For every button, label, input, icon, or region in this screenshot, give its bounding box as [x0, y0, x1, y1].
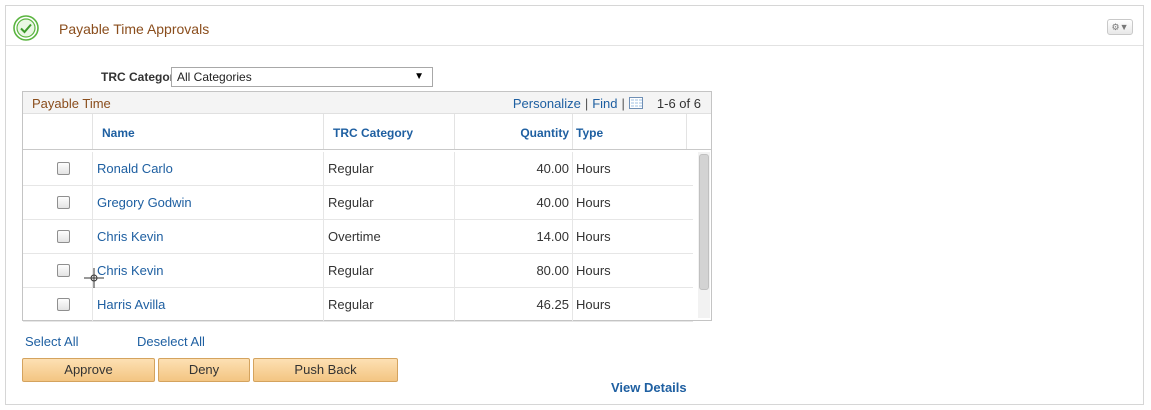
check-circle-icon	[13, 15, 39, 41]
scrollbar-thumb[interactable]	[699, 154, 709, 290]
view-all-grid-icon[interactable]	[628, 97, 643, 109]
deny-button[interactable]: Deny	[158, 358, 250, 382]
select-cell	[23, 186, 93, 219]
find-link[interactable]: Find	[592, 96, 617, 111]
column-header-row: Name TRC Category Quantity Type	[23, 114, 711, 150]
payable-time-approvals-panel: Payable Time Approvals ⚙▼ TRC Category A…	[5, 5, 1144, 405]
quantity-cell: 80.00	[455, 254, 573, 287]
type-cell: Hours	[576, 263, 611, 278]
grid-scrollbar[interactable]	[698, 152, 710, 318]
row-checkbox[interactable]	[57, 230, 70, 243]
trc-category-cell: Regular	[324, 254, 455, 287]
trc-category-cell: Regular	[324, 152, 455, 185]
type-cell: Hours	[576, 229, 611, 244]
view-details-link[interactable]: View Details	[611, 380, 687, 395]
trc-category-cell: Overtime	[324, 220, 455, 253]
select-column-header	[23, 114, 93, 149]
type-cell: Hours	[576, 195, 611, 210]
column-header-trc-category[interactable]: TRC Category	[324, 114, 455, 149]
select-cell	[23, 152, 93, 185]
name-link[interactable]: Chris Kevin	[93, 220, 324, 253]
personalize-link[interactable]: Personalize	[513, 96, 581, 111]
quantity-cell: 40.00	[455, 186, 573, 219]
quantity-cell: 46.25	[455, 288, 573, 321]
table-row: Gregory Godwin Regular 40.00 Hours	[23, 186, 693, 220]
row-checkbox[interactable]	[57, 264, 70, 277]
trc-category-selected-value: All Categories	[177, 70, 252, 84]
quantity-cell: 40.00	[455, 152, 573, 185]
dropdown-arrow-icon: ▼	[414, 71, 424, 82]
name-link[interactable]: Harris Avilla	[93, 288, 324, 321]
row-checkbox[interactable]	[57, 162, 70, 175]
chevron-down-icon: ▼	[1119, 22, 1129, 32]
table-row: Harris Avilla Regular 46.25 Hours	[23, 288, 693, 322]
crosshair-cursor-icon	[84, 268, 104, 288]
name-link[interactable]: Gregory Godwin	[93, 186, 324, 219]
push-back-button[interactable]: Push Back	[253, 358, 398, 382]
row-checkbox[interactable]	[57, 298, 70, 311]
type-cell: Hours	[576, 297, 611, 312]
name-link[interactable]: Ronald Carlo	[93, 152, 324, 185]
payable-time-grid: Payable Time Personalize | Find | 1-6 of 6 N…	[22, 91, 712, 322]
row-count: 1-6 of 6	[656, 96, 701, 111]
grid-navigation: Personalize | Find | 1-6 of 6	[513, 96, 701, 111]
deselect-all-link[interactable]: Deselect All	[137, 334, 205, 349]
select-cell	[23, 254, 93, 287]
settings-menu-button[interactable]: ⚙▼	[1107, 19, 1133, 35]
table-row: Ronald Carlo Regular 40.00 Hours	[23, 152, 693, 186]
trc-category-label: TRC Category	[101, 70, 182, 84]
quantity-cell: 14.00	[455, 220, 573, 253]
column-header-name[interactable]: Name	[93, 114, 324, 149]
select-cell	[23, 288, 93, 321]
type-cell: Hours	[576, 161, 611, 176]
column-header-type[interactable]: Type	[573, 114, 687, 149]
gear-icon: ⚙	[1111, 22, 1120, 32]
table-row: Chris Kevin Overtime 14.00 Hours	[23, 220, 693, 254]
grid-title: Payable Time	[32, 96, 111, 111]
separator: |	[584, 96, 589, 111]
table-row: Chris Kevin Regular 80.00 Hours	[23, 254, 693, 288]
column-header-quantity[interactable]: Quantity	[455, 114, 573, 149]
page-title: Payable Time Approvals	[59, 21, 210, 37]
trc-category-cell: Regular	[324, 186, 455, 219]
separator: |	[621, 96, 625, 111]
trc-category-select[interactable]: All Categories ▼	[171, 67, 433, 87]
approve-button[interactable]: Approve	[22, 358, 155, 382]
select-cell	[23, 220, 93, 253]
panel-header: Payable Time Approvals ⚙▼	[6, 6, 1143, 46]
grid-header: Payable Time Personalize | Find | 1-6 of 6	[23, 92, 711, 114]
select-all-link[interactable]: Select All	[25, 334, 78, 349]
trc-category-cell: Regular	[324, 288, 455, 321]
name-link[interactable]: Chris Kevin	[93, 254, 324, 287]
row-checkbox[interactable]	[57, 196, 70, 209]
